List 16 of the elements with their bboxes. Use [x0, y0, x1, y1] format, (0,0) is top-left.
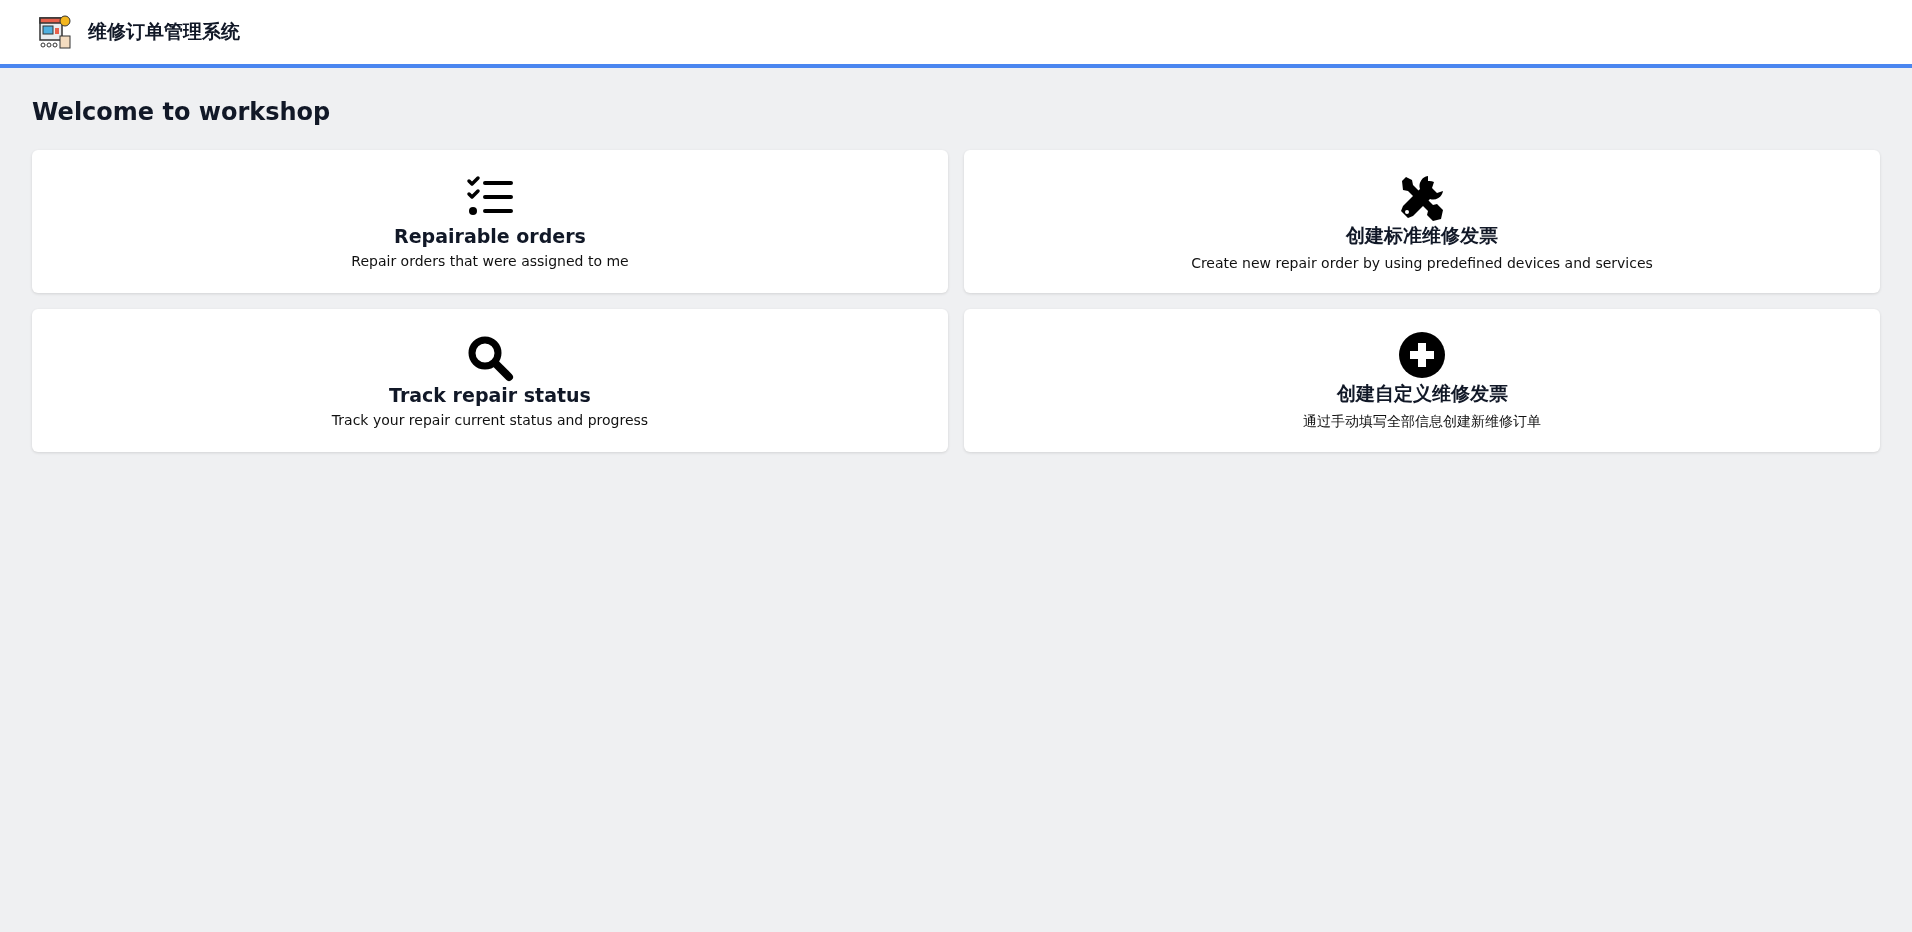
action-card[interactable]: Track repair status Track your repair current status and progress — [32, 309, 948, 452]
card-title: 创建标准维修发票 — [1346, 222, 1498, 248]
card-description: Track your repair current status and progress — [331, 411, 649, 428]
card-description: Repair orders that were assigned to me — [351, 252, 629, 269]
plus-circle-icon — [1398, 330, 1446, 379]
card-description: Create new repair order by using predefined devices and services — [1191, 254, 1653, 271]
card-title: Repairable orders — [394, 224, 586, 247]
action-card[interactable]: 创建标准维修发票 Create new repair order by using predefined devices and services — [964, 150, 1880, 293]
app-logo-icon — [38, 14, 74, 50]
action-card[interactable]: Repairable orders Repair orders that were assigned to me — [32, 150, 948, 293]
card-title: Track repair status — [389, 383, 591, 406]
app-title: 维修订单管理系统 — [88, 19, 240, 44]
action-card[interactable]: 创建自定义维修发票 通过手动填写全部信息创建新维修订单 — [964, 309, 1880, 452]
card-description: 通过手动填写全部信息创建新维修订单 — [1303, 412, 1541, 431]
page-heading: Welcome to workshop — [32, 98, 332, 126]
card-title: 创建自定义维修发票 — [1336, 380, 1508, 406]
